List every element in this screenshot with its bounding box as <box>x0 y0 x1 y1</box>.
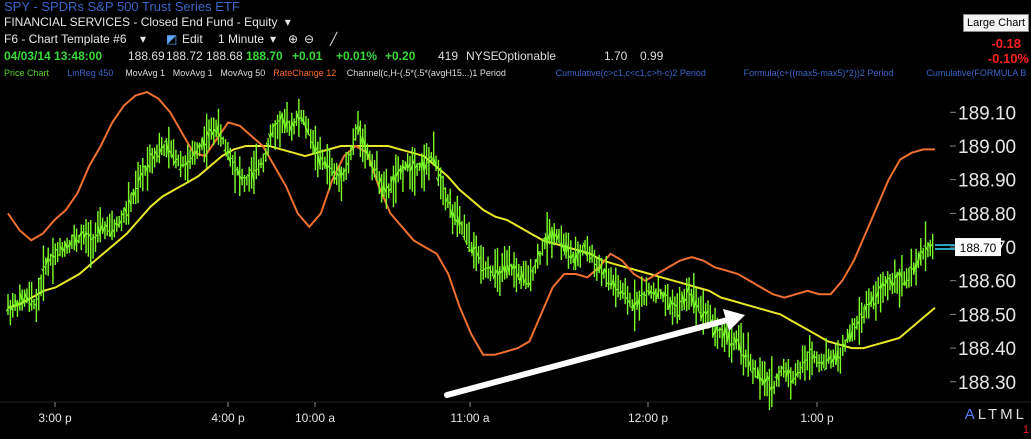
annotation-arrow <box>444 315 738 398</box>
indicator-label[interactable]: Cumulative(FORMULA B <box>926 68 1026 79</box>
x-tick-label: 4:00 p <box>211 411 245 425</box>
category-dropdown[interactable]: FINANCIAL SERVICES - Closed End Fund - E… <box>4 15 277 29</box>
timeframe-l2[interactable]: L <box>1016 406 1027 423</box>
quote-last: 188.70 <box>246 49 283 63</box>
zoom-out-icon[interactable]: ⊖ <box>304 32 314 46</box>
x-tick-label: 11:00 a <box>450 411 489 425</box>
timeframe-selector[interactable]: ALTML <box>965 406 1027 423</box>
indicator-label[interactable]: Cumulative(c>c1,c<c1,c>h-c)2 Period <box>556 68 706 79</box>
price-tick <box>93 236 96 239</box>
price-tick <box>254 169 257 172</box>
symbol-title: SPY - SPDRs S&P 500 Trust Series ETF <box>4 0 240 14</box>
quote-change: +0.01 <box>292 49 323 63</box>
x-tick-label: 12:00 p <box>628 411 668 425</box>
template-dropdown[interactable]: F6 - Chart Template #6 <box>4 32 127 46</box>
quote-change-pct: +0.01% <box>336 49 378 63</box>
indicator-label[interactable]: RateChange 12 <box>273 68 336 79</box>
price-tick <box>183 163 186 166</box>
quote-low: 188.68 <box>206 49 243 63</box>
draw-line-icon[interactable]: ╱ <box>330 32 337 46</box>
y-tick-label: 189.10 <box>958 103 1016 124</box>
timeframe-t[interactable]: T <box>988 406 1000 423</box>
edit-button[interactable]: Edit <box>182 32 203 46</box>
price-tick <box>466 246 470 249</box>
y-tick-label: 188.60 <box>958 272 1016 293</box>
quote-volume: 419 <box>438 49 459 63</box>
price-chart[interactable]: 189.10 189.00 188.90 188.80 188.70 188.60 188.… <box>0 82 1031 439</box>
price-tick <box>639 294 642 297</box>
indicator-label[interactable]: MovAvg 1 <box>173 68 213 79</box>
price-tick <box>559 242 562 245</box>
category-bar[interactable]: FINANCIAL SERVICES - Closed End Fund - E… <box>0 15 291 29</box>
page-indicator: 1 <box>1022 424 1029 436</box>
x-tick-label: 10:00 a <box>295 411 335 425</box>
large-chart-button[interactable]: Large Chart <box>963 14 1029 32</box>
price-tick <box>746 355 749 357</box>
chevron-down-icon[interactable]: ▾ <box>285 15 291 29</box>
y-tick-label: 188.80 <box>958 204 1016 225</box>
change-abs: -0.18 <box>991 36 1021 51</box>
indicator-label[interactable]: Channel(c,H-(.5*(.5*(avgH15...)1 Period <box>347 68 506 79</box>
change-pct: -0.10% <box>987 51 1029 66</box>
price-tick <box>12 304 16 306</box>
timeframe-a[interactable]: A <box>965 406 978 423</box>
price-tick <box>665 294 668 296</box>
x-tick-label: 3:00 p <box>38 411 72 425</box>
x-tick-label: 1:00 p <box>800 411 834 425</box>
indicator-label[interactable]: Price Chart <box>4 68 49 79</box>
price-tick <box>481 269 484 272</box>
quote-datetime: 04/03/14 13:48:00 <box>4 49 103 63</box>
edit-icon[interactable]: ◩ <box>166 32 177 46</box>
chevron-down-icon[interactable]: ▾ <box>140 32 146 46</box>
interval-dropdown[interactable]: 1 Minute <box>218 32 264 46</box>
price-tick <box>36 298 39 300</box>
y-tick-label: 189.00 <box>958 137 1016 158</box>
y-tick-label: 188.40 <box>958 339 1016 360</box>
quote-open: 188.69 <box>128 49 165 63</box>
indicator-label[interactable]: MovAvg 50 <box>220 68 265 79</box>
zoom-in-icon[interactable]: ⊕ <box>288 32 298 46</box>
quote-v2: 0.99 <box>640 49 664 63</box>
indicator-label[interactable]: Formula(c+((max5-max5)*2))2 Period <box>744 68 894 79</box>
quote-high: 188.72 <box>166 49 203 63</box>
y-tick-label: 188.50 <box>958 305 1016 326</box>
indicator-label[interactable]: LinReg 450 <box>67 68 113 79</box>
indicator-label[interactable]: MovAvg 1 <box>125 68 165 79</box>
timeframe-l[interactable]: L <box>978 406 988 423</box>
quote-v1: 1.70 <box>604 49 628 63</box>
quote-exchange: NYSE <box>466 49 499 63</box>
y-tick-label: 188.30 <box>958 373 1016 394</box>
last-value-label: 188.70 <box>960 241 997 255</box>
chevron-down-icon[interactable]: ▾ <box>270 32 276 46</box>
y-tick-label: 188.90 <box>958 171 1016 192</box>
timeframe-m[interactable]: M <box>1000 406 1016 423</box>
quote-net: +0.20 <box>385 49 416 63</box>
title-bar: SPY - SPDRs S&P 500 Trust Series ETF <box>0 0 240 14</box>
quote-optionable: Optionable <box>498 49 557 63</box>
rate_change-line <box>7 91 935 356</box>
